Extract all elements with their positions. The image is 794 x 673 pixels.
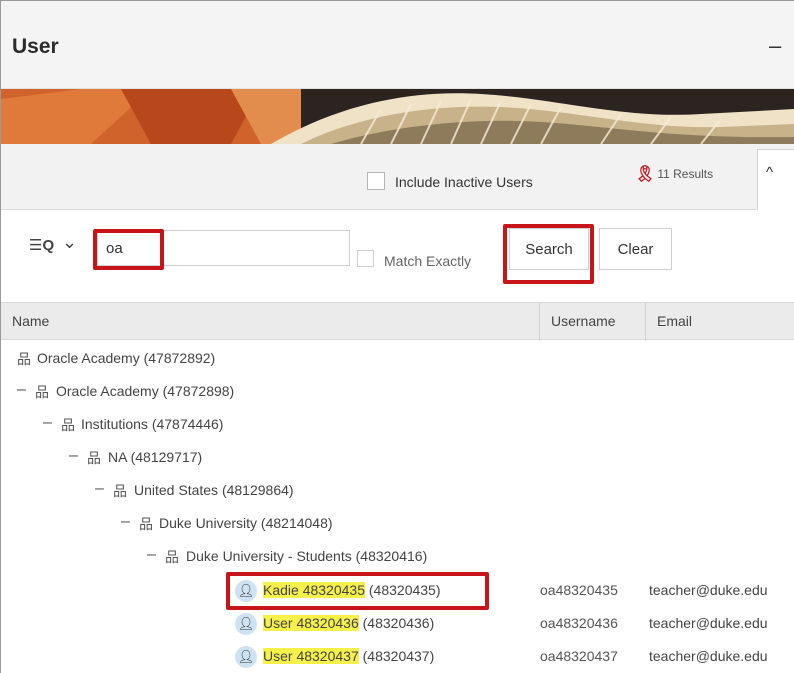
tree-row-org[interactable]: – 品 Duke University (48214048) [1, 507, 794, 541]
username-cell: oa48320437 [540, 648, 618, 664]
tree-node-label: Duke University (48214048) [159, 515, 333, 531]
collapse-icon[interactable]: – [17, 381, 26, 399]
tree-node-label: Duke University - Students (48320416) [186, 548, 428, 564]
table-row-user[interactable]: 👤︎ User 48320437 (48320437) oa48320437 t… [1, 640, 794, 673]
tree-row-org[interactable]: 品 Oracle Academy (47872892) [1, 342, 794, 376]
column-header-name[interactable]: Name [12, 313, 49, 329]
title-bar: User – [1, 1, 794, 89]
user-label: User 48320436 (48320436) [263, 615, 434, 631]
window-title: User [12, 35, 59, 58]
tree-node-label: Institutions (47874446) [81, 416, 224, 432]
org-icon: 品 [35, 384, 49, 400]
include-inactive-label[interactable]: Include Inactive Users [395, 174, 533, 190]
collapse-icon[interactable]: – [43, 414, 52, 432]
email-cell: teacher@duke.edu [649, 648, 768, 664]
user-icon: 👤︎ [235, 646, 257, 668]
user-label: User 48320437 (48320437) [263, 648, 434, 664]
email-cell: teacher@duke.edu [649, 615, 768, 631]
table-row-user[interactable]: 👤︎ Kadie 48320435 (48320435) oa48320435 … [1, 574, 794, 608]
username-cell: oa48320435 [540, 582, 618, 598]
user-window: User – Include Inactive Users 🎗︎ 11 Resu… [0, 0, 794, 673]
org-icon: 品 [17, 351, 31, 367]
match-exactly-checkbox[interactable] [357, 250, 374, 267]
org-icon: 品 [165, 549, 179, 565]
tree-row-org[interactable]: – 品 NA (48129717) [1, 441, 794, 475]
tree-row-org[interactable]: – 品 Duke University - Students (48320416… [1, 540, 794, 574]
tree-node-label: NA (48129717) [108, 449, 203, 465]
user-label: Kadie 48320435 (48320435) [263, 582, 441, 598]
tree-node-label: United States (48129864) [134, 482, 294, 498]
tree-node-label: Oracle Academy (47872892) [37, 350, 216, 366]
search-button[interactable]: Search [509, 228, 589, 270]
user-id: (48320437) [362, 648, 435, 664]
collapse-icon[interactable]: – [95, 480, 104, 498]
collapse-icon[interactable]: – [69, 447, 78, 465]
tree-row-org[interactable]: – 品 United States (48129864) [1, 474, 794, 508]
ribbon-icon: 🎗︎ [635, 166, 656, 183]
email-cell: teacher@duke.edu [649, 582, 768, 598]
column-divider[interactable] [645, 303, 646, 341]
column-header-username[interactable]: Username [551, 313, 616, 329]
tree-row-org[interactable]: – 品 Institutions (47874446) [1, 408, 794, 442]
table-row-user[interactable]: 👤︎ User 48320436 (48320436) oa48320436 t… [1, 607, 794, 641]
user-icon: 👤︎ [235, 613, 257, 635]
search-input[interactable] [97, 230, 350, 266]
search-bar: ☰Q ⌄ Match Exactly Search Clear [1, 210, 794, 302]
user-id: (48320436) [362, 615, 435, 631]
org-icon: 品 [87, 450, 101, 466]
column-divider[interactable] [539, 303, 540, 341]
minimize-button[interactable]: – [769, 33, 781, 59]
filter-toolbar: Include Inactive Users 🎗︎ 11 Results ^ [1, 144, 794, 211]
include-inactive-checkbox[interactable] [367, 172, 385, 190]
tree-node-label: Oracle Academy (47872898) [56, 383, 235, 399]
results-count[interactable]: 🎗︎ 11 Results [635, 164, 713, 184]
org-icon: 品 [113, 483, 127, 499]
org-icon: 品 [139, 516, 153, 532]
username-cell: oa48320436 [540, 615, 618, 631]
org-icon: 品 [61, 417, 75, 433]
user-id: (48320435) [368, 582, 441, 598]
user-name-match: User 48320437 [263, 648, 359, 664]
column-header-email[interactable]: Email [657, 313, 692, 329]
chevron-down-icon[interactable]: ⌄ [62, 232, 77, 253]
chevron-up-icon: ^ [766, 164, 774, 181]
user-name-match: Kadie 48320435 [263, 582, 365, 598]
filter-search-icon[interactable]: ☰Q [29, 236, 54, 254]
user-name-match: User 48320436 [263, 615, 359, 631]
tree-row-org[interactable]: – 品 Oracle Academy (47872898) [1, 375, 794, 409]
match-exactly-label[interactable]: Match Exactly [384, 253, 471, 269]
user-icon: 👤︎ [235, 580, 257, 602]
decorative-banner [1, 89, 794, 144]
collapse-icon[interactable]: – [121, 513, 130, 531]
table-header: Name Username Email [1, 302, 794, 341]
results-label: 11 Results [657, 167, 714, 181]
clear-button[interactable]: Clear [599, 228, 672, 270]
collapse-icon[interactable]: – [147, 546, 156, 564]
collapse-tab[interactable]: ^ [757, 149, 794, 211]
